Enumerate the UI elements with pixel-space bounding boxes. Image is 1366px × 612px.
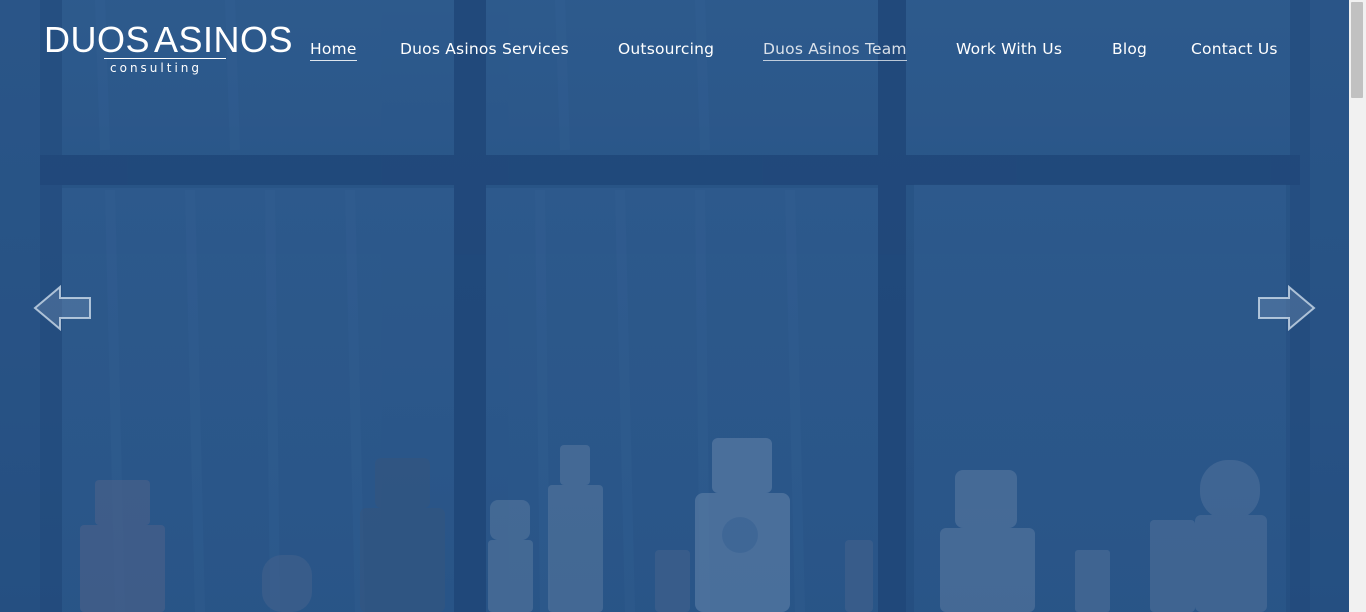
slider-prev-button[interactable] <box>33 284 93 332</box>
nav-item-team[interactable]: Duos Asinos Team <box>763 39 907 61</box>
scrollbar-thumb[interactable] <box>1351 2 1363 98</box>
page: DUOS ASINOS consulting Home Duos Asinos … <box>0 0 1366 612</box>
logo-rule <box>104 58 226 59</box>
nav-item-contact-us[interactable]: Contact Us <box>1191 39 1278 59</box>
site-logo[interactable]: DUOS ASINOS consulting <box>44 19 293 80</box>
arrow-left-icon <box>33 284 91 332</box>
hero-background-image <box>0 0 1349 612</box>
slider-next-button[interactable] <box>1256 284 1316 332</box>
nav-item-work-with-us[interactable]: Work With Us <box>956 39 1062 59</box>
logo-wordmark-asinos: ASINOS <box>154 19 294 60</box>
nav-item-home[interactable]: Home <box>310 39 357 61</box>
logo-tagline: consulting <box>110 61 202 75</box>
hero-slider <box>0 0 1349 612</box>
logo-wordmark-duos: DUOS <box>44 19 151 60</box>
page-scrollbar[interactable] <box>1349 0 1366 612</box>
nav-item-outsourcing[interactable]: Outsourcing <box>618 39 714 59</box>
nav-item-services[interactable]: Duos Asinos Services <box>400 39 569 59</box>
arrow-right-icon <box>1258 284 1316 332</box>
nav-item-blog[interactable]: Blog <box>1112 39 1147 59</box>
